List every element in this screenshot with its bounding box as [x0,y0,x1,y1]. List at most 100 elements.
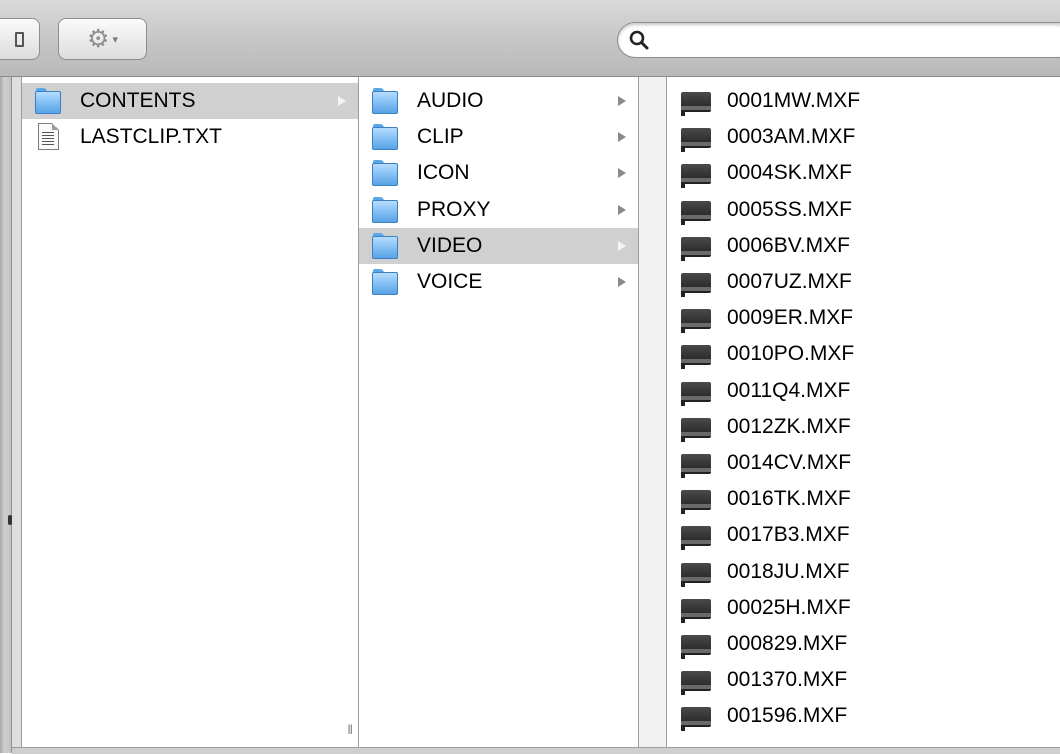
list-item[interactable]: 0001MW.MXF [667,83,1060,119]
folder-icon [371,232,399,260]
item-label: 0007UZ.MXF [727,270,852,294]
item-label: 0006BV.MXF [727,233,850,257]
mxf-video-icon [681,90,711,117]
item-label: VOICE [417,270,483,294]
item-label: 0012ZK.MXF [727,414,851,438]
folder-icon [371,123,399,151]
mxf-video-icon [681,705,711,732]
item-label: 0010PO.MXF [727,342,855,366]
finder-toolbar: ⚙ ▾ [0,0,1060,77]
mxf-video-icon [681,126,711,153]
mxf-video-icon [681,307,711,334]
list-item[interactable]: 0018JU.MXF [667,553,1060,589]
disclosure-arrow-icon [618,132,626,143]
view-mode-button[interactable] [0,18,40,60]
item-label: 001596.MXF [727,704,848,728]
mxf-video-icon [681,380,711,406]
folder-icon [34,87,62,115]
search-icon [629,30,649,50]
mxf-video-icon [681,235,711,261]
disclosure-arrow-icon [618,240,626,251]
list-item-contents[interactable]: CONTENTS [22,83,358,120]
item-label: ICON [417,161,470,185]
mxf-video-icon [681,669,711,696]
disclosure-arrow-icon [618,277,626,288]
disclosure-arrow-icon [618,168,626,179]
disclosure-arrow-icon [338,96,346,107]
list-item[interactable]: 001596.MXF [667,698,1060,734]
mxf-video-icon [681,597,711,623]
item-label: 0003AM.MXF [727,125,856,149]
list-item[interactable]: 0005SS.MXF [667,192,1060,228]
chevron-down-icon: ▾ [112,33,118,46]
mxf-video-icon [681,633,711,659]
item-label: AUDIO [417,89,484,113]
item-label: 0001MW.MXF [727,89,861,113]
list-item[interactable]: 001370.MXF [667,662,1060,698]
column-1-list: CONTENTS LASTCLIP.TXT [22,83,358,155]
mxf-video-icon [681,343,711,370]
item-label: 0018JU.MXF [727,559,850,583]
list-item-video[interactable]: VIDEO [359,227,638,264]
disclosure-arrow-icon [618,96,626,107]
item-label: LASTCLIP.TXT [80,125,222,149]
item-label: CLIP [417,125,464,149]
list-item[interactable]: 0017B3.MXF [667,517,1060,553]
folder-icon [371,87,399,115]
list-item[interactable]: 0007UZ.MXF [667,264,1060,300]
item-label: 000829.MXF [727,631,848,655]
list-item-proxy[interactable]: PROXY [359,192,638,228]
search-field[interactable] [617,22,1060,58]
list-item[interactable]: 0016TK.MXF [667,481,1060,517]
list-item[interactable]: 00025H.MXF [667,590,1060,626]
item-label: 0014CV.MXF [727,450,852,474]
list-item[interactable]: 0003AM.MXF [667,119,1060,155]
item-label: 0017B3.MXF [727,523,850,547]
search-input[interactable] [654,27,1058,55]
item-label: VIDEO [417,233,483,257]
list-item[interactable]: 0009ER.MXF [667,300,1060,336]
mxf-video-icon [681,271,711,298]
mxf-video-icon [681,561,711,587]
list-item-clip[interactable]: CLIP [359,119,638,155]
list-item[interactable]: 0010PO.MXF [667,336,1060,372]
list-item[interactable]: 0011Q4.MXF [667,373,1060,409]
sidebar-splitter[interactable] [0,77,12,753]
item-label: 0016TK.MXF [727,487,851,511]
item-label: 0009ER.MXF [727,306,854,330]
browser-column-1: CONTENTS LASTCLIP.TXT ll [22,77,359,747]
column-resize-handle[interactable]: ll [347,723,353,737]
text-document-icon [34,123,62,151]
item-label: 0005SS.MXF [727,197,852,221]
folder-icon [371,268,399,296]
browser-column-3: 0001MW.MXF 0003AM.MXF 0004SK.MXF 0005SS.… [667,77,1060,747]
mxf-video-icon [681,524,711,551]
browser-column-2: AUDIO CLIP ICON PROXY VIDEO VOICE [359,77,657,747]
list-item[interactable]: 0004SK.MXF [667,155,1060,191]
list-item-lastclip[interactable]: LASTCLIP.TXT [22,119,358,155]
list-item-audio[interactable]: AUDIO [359,83,638,119]
column-3-list: 0001MW.MXF 0003AM.MXF 0004SK.MXF 0005SS.… [667,83,1060,734]
disclosure-arrow-icon [618,204,626,215]
mxf-video-icon [681,452,711,478]
item-label: 001370.MXF [727,668,848,692]
folder-icon [371,196,399,224]
list-item-icon[interactable]: ICON [359,155,638,191]
item-label: 0004SK.MXF [727,161,852,185]
mxf-video-icon [681,162,711,189]
folder-icon [371,159,399,187]
list-item[interactable]: 0006BV.MXF [667,228,1060,264]
mxf-video-icon [681,416,711,442]
list-item-voice[interactable]: VOICE [359,264,638,300]
list-item[interactable]: 0014CV.MXF [667,445,1060,481]
item-label: CONTENTS [80,89,196,113]
mxf-video-icon [681,488,711,515]
item-label: PROXY [417,197,491,221]
list-item[interactable]: 0012ZK.MXF [667,409,1060,445]
action-menu-button[interactable]: ⚙ ▾ [58,18,147,60]
list-item[interactable]: 000829.MXF [667,626,1060,662]
column-gap [12,77,22,753]
gear-icon: ⚙ [87,24,110,53]
item-label: 00025H.MXF [727,595,851,619]
view-columns-icon [14,31,24,47]
